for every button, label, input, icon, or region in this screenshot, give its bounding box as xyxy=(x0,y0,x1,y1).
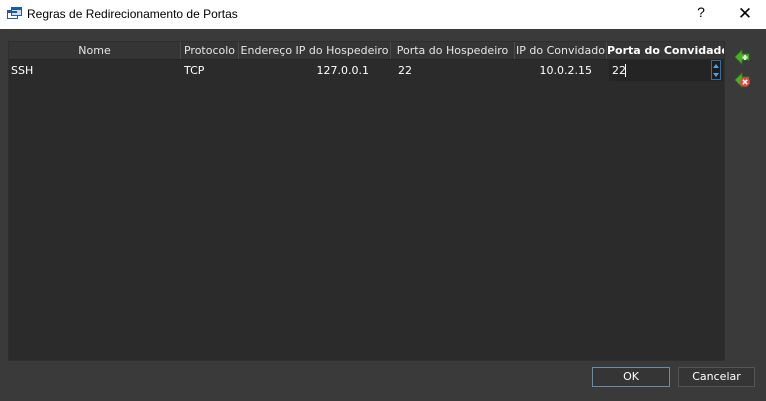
text-caret xyxy=(625,64,626,77)
window-app-icon xyxy=(7,7,22,19)
porta-convidado-value[interactable]: 22 xyxy=(612,60,626,81)
port-spinbox[interactable] xyxy=(711,60,721,80)
column-header-nome[interactable]: Nome xyxy=(9,42,181,59)
close-button[interactable]: ✕ xyxy=(735,4,755,24)
spin-down-icon[interactable] xyxy=(713,71,719,79)
cell-protocolo[interactable]: TCP xyxy=(182,60,240,81)
cell-ip-convidado[interactable]: 10.0.2.15 xyxy=(515,60,596,81)
help-button[interactable]: ? xyxy=(693,4,709,24)
column-header-ip-hospedeiro[interactable]: Endereço IP do Hospedeiro xyxy=(239,42,391,59)
cell-porta-hospedeiro[interactable]: 22 xyxy=(396,60,520,81)
cancel-button[interactable]: Cancelar xyxy=(678,367,755,387)
dialog-body: Nome Protocolo Endereço IP do Hospedeiro… xyxy=(0,29,766,401)
port-forwarding-table[interactable]: Nome Protocolo Endereço IP do Hospedeiro… xyxy=(8,41,725,361)
cell-ip-hospedeiro[interactable]: 127.0.0.1 xyxy=(239,60,373,81)
remove-rule-icon[interactable] xyxy=(733,71,751,89)
porta-convidado-editor[interactable]: 22 xyxy=(609,60,723,81)
cell-nome[interactable]: SSH xyxy=(9,60,181,81)
window-title: Regras de Redirecionamento de Portas xyxy=(27,7,238,21)
title-bar: Regras de Redirecionamento de Portas ? ✕ xyxy=(0,0,766,29)
ok-button[interactable]: OK xyxy=(592,367,670,387)
add-rule-icon[interactable] xyxy=(733,48,751,66)
table-header: Nome Protocolo Endereço IP do Hospedeiro… xyxy=(9,42,724,60)
spin-up-icon[interactable] xyxy=(713,62,719,70)
column-header-porta-convidado[interactable]: Porta do Convidado xyxy=(607,42,724,59)
column-header-ip-convidado[interactable]: IP do Convidado xyxy=(515,42,607,59)
column-header-porta-hospedeiro[interactable]: Porta do Hospedeiro xyxy=(391,42,515,59)
column-header-protocolo[interactable]: Protocolo xyxy=(181,42,239,59)
